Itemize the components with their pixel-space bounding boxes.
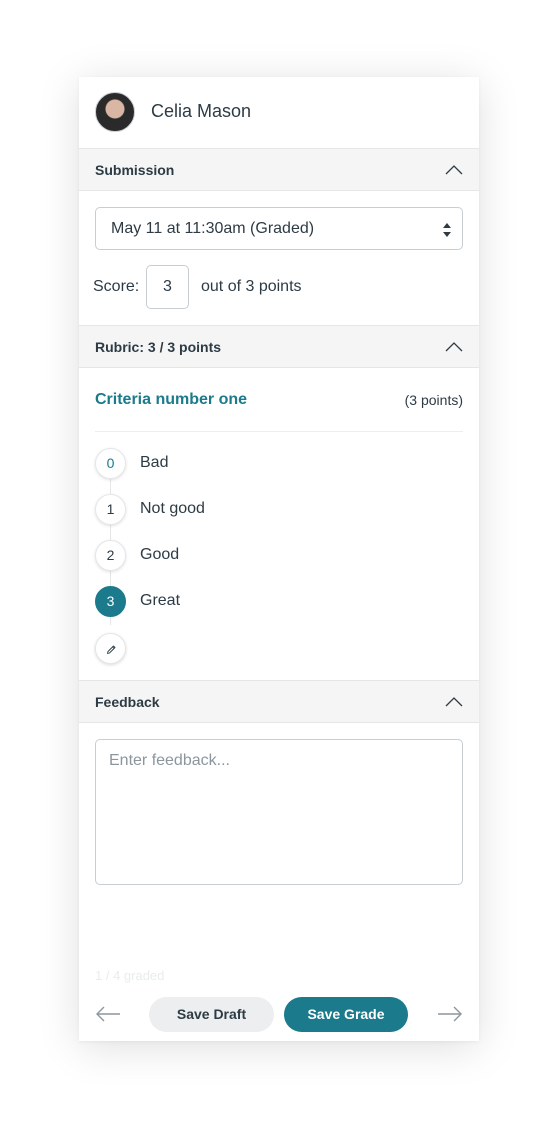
- rating-label: Bad: [140, 454, 169, 471]
- criteria-points: (3 points): [404, 392, 463, 408]
- rating-label: Great: [140, 592, 181, 609]
- rating-option-great[interactable]: 3 Great: [95, 586, 455, 618]
- student-header: Celia Mason: [79, 77, 479, 149]
- chevron-up-icon: [445, 165, 463, 175]
- graded-count-text: 1 / 4 graded: [95, 968, 165, 983]
- feedback-section-header[interactable]: Feedback: [79, 680, 479, 723]
- save-draft-button[interactable]: Save Draft: [149, 997, 274, 1032]
- rating-option-good[interactable]: 2 Good: [95, 540, 455, 572]
- edit-rating-button[interactable]: [95, 633, 126, 664]
- submission-section-header[interactable]: Submission: [79, 148, 479, 191]
- criteria-divider: [95, 431, 463, 432]
- chevron-up-icon: [445, 342, 463, 352]
- grading-panel: Celia Mason Submission May 11 at 11:30am…: [79, 77, 479, 1041]
- rating-value-selected: 3: [95, 586, 126, 617]
- score-input[interactable]: [146, 265, 189, 309]
- student-avatar: [95, 92, 135, 132]
- rating-option-not-good[interactable]: 1 Not good: [95, 494, 455, 526]
- submission-section-title: Submission: [95, 162, 175, 178]
- select-arrows-icon: [443, 223, 451, 237]
- rating-value: 1: [95, 494, 126, 525]
- criteria-title: Criteria number one: [95, 391, 248, 408]
- feedback-textarea[interactable]: [95, 739, 463, 885]
- score-label: Score:: [93, 278, 140, 295]
- rating-value: 0: [95, 448, 126, 479]
- arrow-right-icon[interactable]: [437, 1005, 463, 1023]
- submission-attempt-select[interactable]: May 11 at 11:30am (Graded): [95, 207, 463, 250]
- rubric-section-title: Rubric: 3 / 3 points: [95, 339, 222, 355]
- chevron-up-icon: [445, 697, 463, 707]
- save-grade-button[interactable]: Save Grade: [284, 997, 408, 1032]
- score-out-of: out of 3 points: [201, 278, 302, 295]
- submission-attempt-value: May 11 at 11:30am (Graded): [111, 220, 315, 237]
- pencil-icon: [107, 645, 116, 654]
- arrow-left-icon[interactable]: [95, 1005, 121, 1023]
- rating-label: Good: [140, 546, 180, 563]
- rating-value: 2: [95, 540, 126, 571]
- feedback-section-title: Feedback: [95, 694, 160, 710]
- rating-option-bad[interactable]: 0 Bad: [95, 448, 455, 480]
- student-name: Celia Mason: [151, 101, 252, 121]
- rating-label: Not good: [140, 500, 205, 517]
- rubric-section-header[interactable]: Rubric: 3 / 3 points: [79, 325, 479, 368]
